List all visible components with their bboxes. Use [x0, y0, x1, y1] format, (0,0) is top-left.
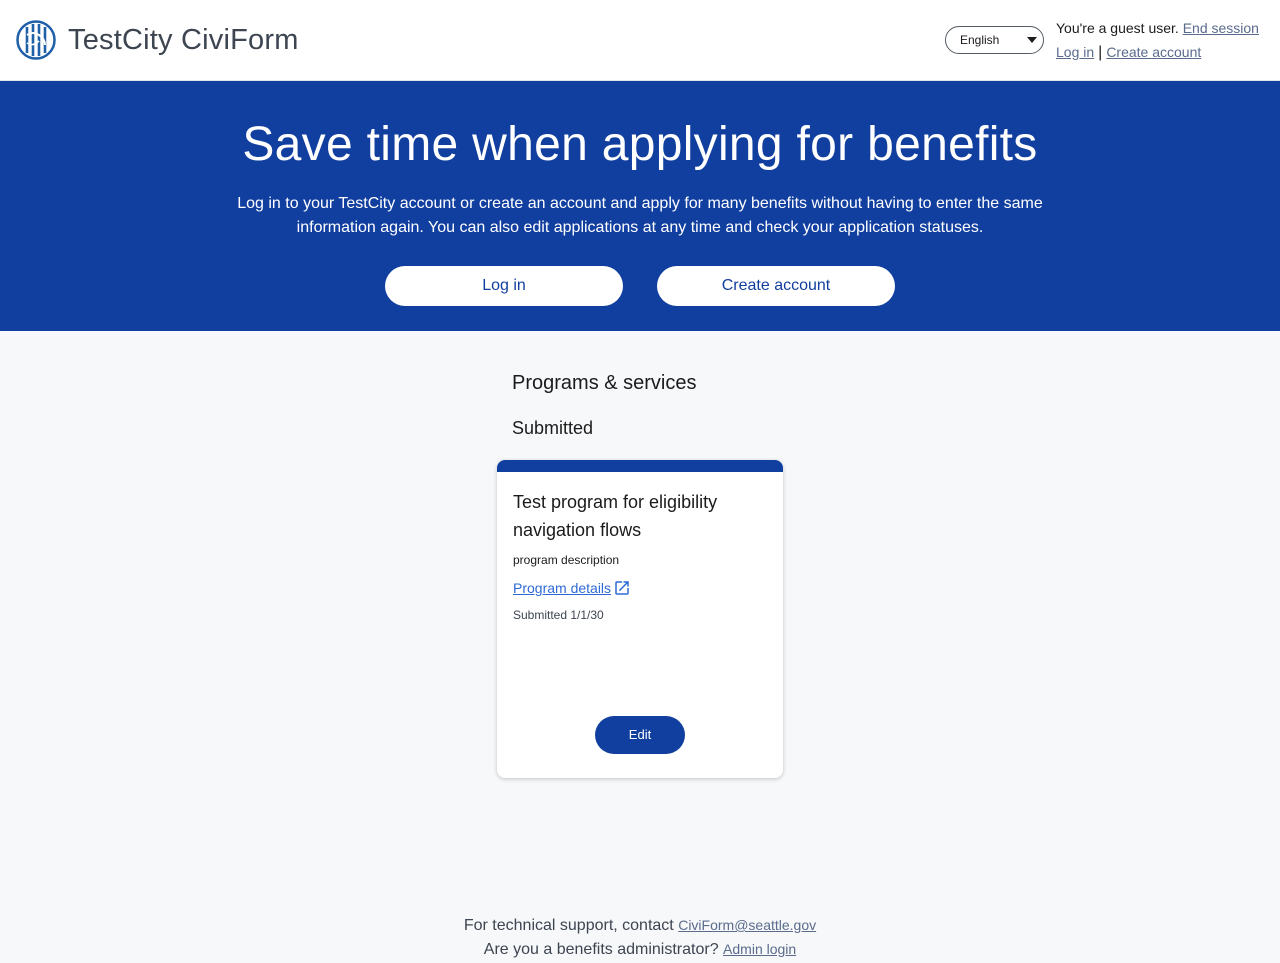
application-status: Submitted 1/1/30 [513, 608, 604, 622]
support-text: For technical support, contact [463, 917, 674, 934]
programs-section-title: Programs & services [512, 372, 697, 394]
top-header: TestCity CiviForm English You're a guest… [0, 0, 1280, 81]
hero-title: Save time when applying for benefits [242, 118, 1038, 171]
header-login-link[interactable]: Log in [1056, 44, 1094, 60]
support-footer: For technical support, contact CiviForm@… [0, 917, 1280, 935]
link-separator: | [1098, 44, 1103, 61]
create-account-button[interactable]: Create account [657, 266, 895, 306]
support-email-link[interactable]: CiviForm@seattle.gov [678, 917, 816, 933]
chevron-down-icon [1027, 37, 1037, 43]
card-header-band [497, 460, 783, 472]
program-details-link[interactable]: Program details [513, 580, 611, 596]
external-link-icon [615, 581, 629, 595]
language-select[interactable]: English [945, 26, 1044, 54]
guest-status-text: You're a guest user. [1056, 20, 1179, 36]
submitted-heading: Submitted [512, 418, 594, 438]
program-details-link-wrapper[interactable]: Program details [513, 579, 631, 597]
hero-banner: Save time when applying for benefits Log… [0, 81, 1280, 331]
admin-login-link[interactable]: Admin login [723, 941, 796, 957]
city-logo-icon [16, 20, 56, 60]
end-session-link[interactable]: End session [1183, 20, 1259, 36]
app-name: TestCity CiviForm [68, 24, 299, 56]
guest-info: You're a guest user. End session Log in |… [1056, 19, 1259, 62]
brand[interactable]: TestCity CiviForm [16, 19, 299, 61]
admin-text: Are you a benefits administrator? [483, 941, 719, 958]
program-title: Test program for eligibility navigation … [513, 492, 718, 540]
header-create-account-link[interactable]: Create account [1106, 44, 1201, 60]
hero-description: Log in to your TestCity account or creat… [237, 195, 1043, 236]
language-selected-value: English [960, 33, 1000, 47]
admin-footer: Are you a benefits administrator? Admin … [0, 941, 1280, 959]
program-card: Test program for eligibility navigation … [497, 460, 783, 778]
program-description: program description [513, 553, 620, 567]
edit-button[interactable]: Edit [595, 716, 685, 754]
login-button[interactable]: Log in [385, 266, 623, 306]
